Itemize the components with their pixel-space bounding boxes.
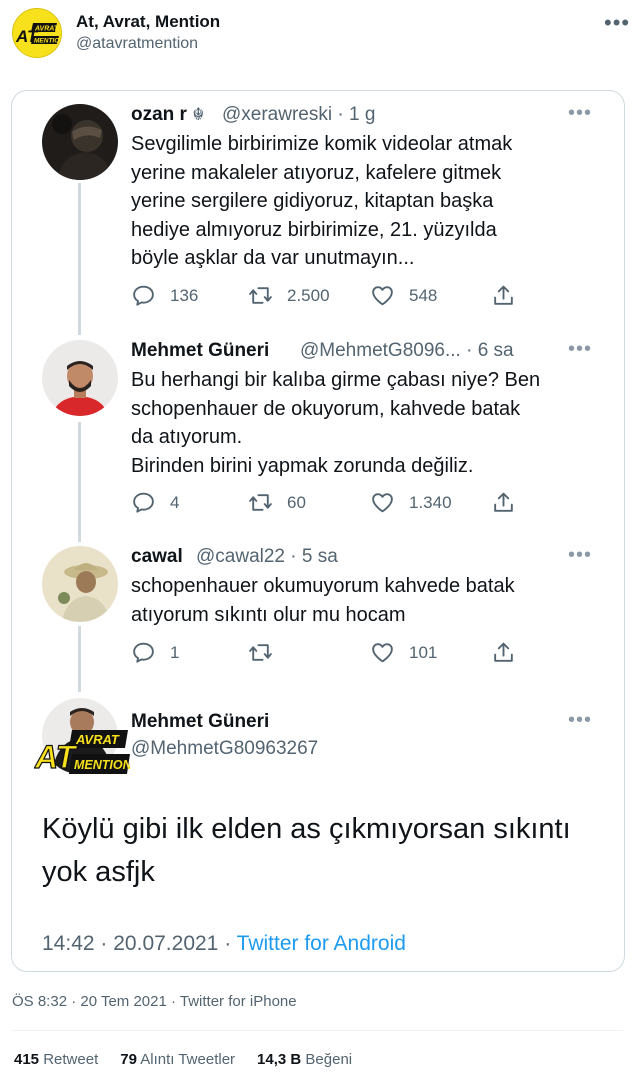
thread-connector bbox=[78, 422, 81, 542]
reply-count: 1 bbox=[170, 642, 180, 662]
avatar[interactable] bbox=[42, 340, 118, 416]
reply-count: 4 bbox=[170, 492, 180, 512]
divider bbox=[12, 1030, 623, 1031]
main-tweet-meta: 14:42 · 20.07.2021 · Twitter for Android bbox=[42, 932, 406, 955]
reply-button[interactable]: 1 bbox=[131, 640, 179, 665]
main-tweet-author-name[interactable]: Mehmet Güneri bbox=[131, 711, 269, 733]
share-button[interactable] bbox=[491, 640, 530, 665]
avatar-image bbox=[42, 104, 118, 180]
tweet-text: schopenhauer okumuyorum kahvede batak at… bbox=[131, 575, 515, 626]
share-icon bbox=[494, 492, 513, 512]
main-tweet-text: Köylü gibi ilk elden as çıkmıyorsan sıkı… bbox=[42, 813, 571, 888]
retweet-count: 2.500 bbox=[287, 285, 330, 305]
share-button[interactable] bbox=[491, 490, 530, 515]
heart-icon bbox=[372, 286, 393, 306]
tweet-author-name[interactable]: Mehmet Güneri bbox=[131, 340, 269, 362]
more-icon[interactable]: ••• bbox=[568, 102, 592, 125]
tweet-author-handle[interactable]: @cawal22 · 5 sa bbox=[196, 546, 338, 568]
more-icon[interactable]: ••• bbox=[568, 709, 592, 732]
watermark-logo-text-top: AVRAT bbox=[75, 732, 120, 747]
like-button[interactable]: 1.340 bbox=[370, 490, 452, 515]
share-icon bbox=[494, 642, 513, 662]
tweet-time: 1 g bbox=[348, 104, 376, 125]
more-icon[interactable]: ••• bbox=[604, 10, 630, 36]
avatar-image bbox=[42, 340, 118, 416]
main-tweet-author-handle[interactable]: @MehmetG80963267 bbox=[131, 738, 318, 760]
retweet-icon bbox=[249, 287, 272, 304]
main-tweet-time: 14:42 bbox=[42, 932, 95, 955]
share-button[interactable] bbox=[491, 283, 530, 308]
thread-connector bbox=[78, 183, 81, 335]
retweets-stat[interactable]: 415 Retweet bbox=[14, 1051, 98, 1068]
retweet-button[interactable] bbox=[248, 640, 287, 665]
tweet-text: Sevgilimle birbirimize komik videolar at… bbox=[131, 133, 513, 269]
reply-icon bbox=[133, 285, 154, 306]
avatar[interactable] bbox=[42, 546, 118, 622]
heart-icon bbox=[372, 493, 393, 513]
likes-stat[interactable]: 14,3 B Beğeni bbox=[257, 1051, 352, 1068]
heart-icon bbox=[372, 643, 393, 663]
avatar-image bbox=[42, 546, 118, 622]
main-tweet-date: 20.07.2021 bbox=[113, 932, 219, 955]
retweet-count: 60 bbox=[287, 492, 306, 512]
thread-connector bbox=[78, 626, 81, 692]
main-tweet-source-link[interactable]: Twitter for Android bbox=[237, 932, 406, 955]
like-button[interactable]: 101 bbox=[370, 640, 437, 665]
reply-button[interactable]: 4 bbox=[131, 490, 179, 515]
tweet-time: 6 sa bbox=[477, 340, 514, 361]
like-count: 101 bbox=[409, 642, 438, 662]
like-count: 1.340 bbox=[409, 492, 452, 512]
share-icon bbox=[494, 285, 513, 305]
like-count: 548 bbox=[409, 285, 438, 305]
reply-icon bbox=[133, 642, 154, 663]
avatar[interactable] bbox=[42, 104, 118, 180]
account-handle[interactable]: @atavratmention bbox=[76, 35, 198, 53]
quotes-stat[interactable]: 79 Alıntı Tweetler bbox=[120, 1051, 235, 1068]
account-name[interactable]: At, Avrat, Mention bbox=[76, 12, 220, 32]
post-timestamp[interactable]: ÖS 8:32 · 20 Tem 2021 · Twitter for iPho… bbox=[12, 993, 297, 1010]
name-glyph: ☬ bbox=[192, 105, 205, 124]
svg-text:AVRAT: AVRAT bbox=[34, 26, 59, 33]
retweet-button[interactable]: 2.500 bbox=[248, 283, 330, 308]
tweet-text: Bu herhangi bir kalıba girme çabası niye… bbox=[131, 369, 541, 477]
svg-text:MENTION: MENTION bbox=[34, 38, 62, 45]
reply-count: 136 bbox=[170, 285, 199, 305]
more-icon[interactable]: ••• bbox=[568, 338, 592, 361]
account-avatar[interactable]: AVRAT AT MENTION bbox=[12, 8, 62, 58]
retweet-button[interactable]: 60 bbox=[248, 490, 306, 515]
tweet-author-handle[interactable]: @MehmetG8096... · 6 sa bbox=[300, 340, 514, 362]
tweet-author-name[interactable]: ozan r ☬ bbox=[131, 104, 204, 126]
more-icon[interactable]: ••• bbox=[568, 544, 592, 567]
like-button[interactable]: 548 bbox=[370, 283, 437, 308]
tweet-time: 5 sa bbox=[301, 546, 338, 567]
tweet-author-name[interactable]: cawal bbox=[131, 546, 183, 568]
tweet-author-handle[interactable]: @xerawreski · 1 g bbox=[222, 104, 375, 126]
account-logo-image: AVRAT AT MENTION bbox=[13, 9, 62, 57]
engagement-stats: 415 Retweet 79 Alıntı Tweetler 14,3 B Beğe… bbox=[14, 1051, 352, 1068]
retweet-icon bbox=[249, 644, 272, 661]
reply-button[interactable]: 136 bbox=[131, 283, 198, 308]
watermark-logo-text-bottom: MENTION bbox=[74, 758, 130, 772]
retweet-icon bbox=[249, 494, 272, 511]
watermark-logo: AVRAT AT MENTION bbox=[34, 730, 130, 776]
reply-icon bbox=[133, 492, 154, 513]
